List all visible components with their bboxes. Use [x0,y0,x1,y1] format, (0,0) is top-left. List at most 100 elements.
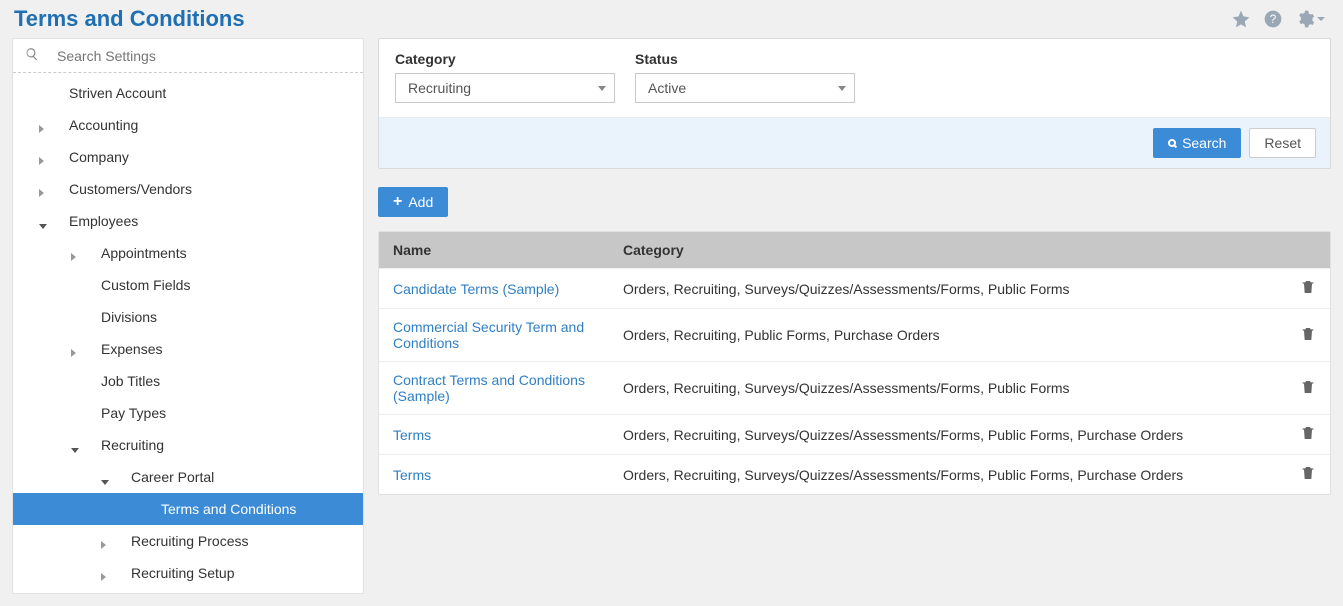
search-input[interactable] [57,48,351,64]
row-name-link[interactable]: Commercial Security Term and Conditions [393,319,584,351]
sidebar-item-appointments[interactable]: Appointments [13,237,363,269]
expander-icon[interactable] [39,120,49,130]
sidebar-item-label: Appointments [101,245,187,261]
add-button[interactable]: + Add [378,187,448,217]
row-category: Orders, Recruiting, Surveys/Quizzes/Asse… [623,281,1276,297]
settings-sidebar: Striven Account Accounting Company Customer… [12,38,364,594]
sidebar-item-career-portal[interactable]: Career Portal [13,461,363,493]
svg-text:?: ? [1270,13,1277,26]
filter-panel: Category Recruiting Status Active [378,38,1331,169]
category-value: Recruiting [408,80,471,96]
sidebar-item-label: Employees [69,213,138,229]
reset-button-label: Reset [1264,135,1301,151]
spacer [131,504,141,514]
expander-icon[interactable] [101,536,111,546]
spacer [71,376,81,386]
trash-icon[interactable] [1300,382,1316,398]
row-name-link[interactable]: Terms [393,427,431,443]
sidebar-item-label: Job Titles [101,373,160,389]
table-row: Terms Orders, Recruiting, Surveys/Quizzes… [379,454,1330,494]
sidebar-item-label: Striven Account [69,85,166,101]
row-category: Orders, Recruiting, Surveys/Quizzes/Asse… [623,427,1276,443]
expander-icon[interactable] [71,440,81,450]
sidebar-item-label: Accounting [69,117,138,133]
expander-icon[interactable] [101,568,111,578]
chevron-down-icon [838,86,846,91]
spacer [71,312,81,322]
star-icon[interactable] [1231,9,1251,29]
help-icon[interactable]: ? [1263,9,1283,29]
spacer [71,280,81,290]
reset-button[interactable]: Reset [1249,128,1316,158]
row-category: Orders, Recruiting, Surveys/Quizzes/Asse… [623,467,1276,483]
sidebar-item-divisions[interactable]: Divisions [13,301,363,333]
table-row: Commercial Security Term and Conditions O… [379,308,1330,361]
row-name-link[interactable]: Contract Terms and Conditions (Sample) [393,372,585,404]
page-title: Terms and Conditions [14,6,245,32]
sidebar-item-label: Recruiting [101,437,164,453]
sidebar-item-pay-types[interactable]: Pay Types [13,397,363,429]
trash-icon[interactable] [1300,428,1316,444]
status-select[interactable]: Active [635,73,855,103]
sidebar-item-customers-vendors[interactable]: Customers/Vendors [13,173,363,205]
table-row: Terms Orders, Recruiting, Surveys/Quizzes… [379,414,1330,454]
expander-icon[interactable] [39,216,49,226]
sidebar-item-striven-account[interactable]: Striven Account [13,77,363,109]
sidebar-item-terms-and-conditions[interactable]: Terms and Conditions [13,493,363,525]
search-icon [25,47,39,64]
sidebar-item-label: Recruiting Setup [131,565,235,581]
sidebar-item-label: Company [69,149,129,165]
sidebar-item-recruiting[interactable]: Recruiting [13,429,363,461]
sidebar-item-custom-fields[interactable]: Custom Fields [13,269,363,301]
expander-icon[interactable] [39,184,49,194]
sidebar-item-accounting[interactable]: Accounting [13,109,363,141]
results-table: Name Category Candidate Terms (Sample) Or… [378,231,1331,495]
expander-icon[interactable] [39,152,49,162]
table-row: Contract Terms and Conditions (Sample) Or… [379,361,1330,414]
sidebar-item-company[interactable]: Company [13,141,363,173]
trash-icon[interactable] [1300,282,1316,298]
category-select[interactable]: Recruiting [395,73,615,103]
row-category: Orders, Recruiting, Public Forms, Purcha… [623,327,1276,343]
trash-icon[interactable] [1300,468,1316,484]
sidebar-item-employees[interactable]: Employees [13,205,363,237]
expander-icon[interactable] [71,344,81,354]
expander-icon[interactable] [71,248,81,258]
row-name-link[interactable]: Candidate Terms (Sample) [393,281,559,297]
sidebar-item-job-titles[interactable]: Job Titles [13,365,363,397]
search-button-label: Search [1182,135,1226,151]
sidebar-item-expenses[interactable]: Expenses [13,333,363,365]
settings-tree: Striven Account Accounting Company Customer… [13,73,363,593]
add-button-label: Add [408,194,433,210]
col-header-category: Category [623,242,1276,258]
spacer [71,408,81,418]
status-label: Status [635,51,855,67]
col-header-name: Name [393,242,623,258]
table-header: Name Category [379,232,1330,268]
sidebar-item-label: Career Portal [131,469,214,485]
status-value: Active [648,80,686,96]
sidebar-item-label: Divisions [101,309,157,325]
expander-icon[interactable] [101,472,111,482]
category-label: Category [395,51,615,67]
sidebar-item-label: Recruiting Process [131,533,249,549]
spacer [39,88,49,98]
sidebar-item-label: Pay Types [101,405,166,421]
main-content: Category Recruiting Status Active [378,38,1331,594]
sidebar-item-label: Customers/Vendors [69,181,192,197]
table-row: Candidate Terms (Sample) Orders, Recruiti… [379,268,1330,308]
sidebar-item-label: Expenses [101,341,162,357]
row-category: Orders, Recruiting, Surveys/Quizzes/Asse… [623,380,1276,396]
sidebar-item-label: Terms and Conditions [161,501,296,517]
plus-icon: + [393,194,402,210]
chevron-down-icon [598,86,606,91]
header-icons: ? [1231,9,1325,29]
trash-icon[interactable] [1300,329,1316,345]
row-name-link[interactable]: Terms [393,467,431,483]
sidebar-item-recruiting-setup[interactable]: Recruiting Setup [13,557,363,589]
gear-icon[interactable] [1295,9,1325,29]
search-button[interactable]: Search [1153,128,1241,158]
sidebar-item-label: Custom Fields [101,277,190,293]
search-icon [1168,139,1176,147]
sidebar-item-recruiting-process[interactable]: Recruiting Process [13,525,363,557]
